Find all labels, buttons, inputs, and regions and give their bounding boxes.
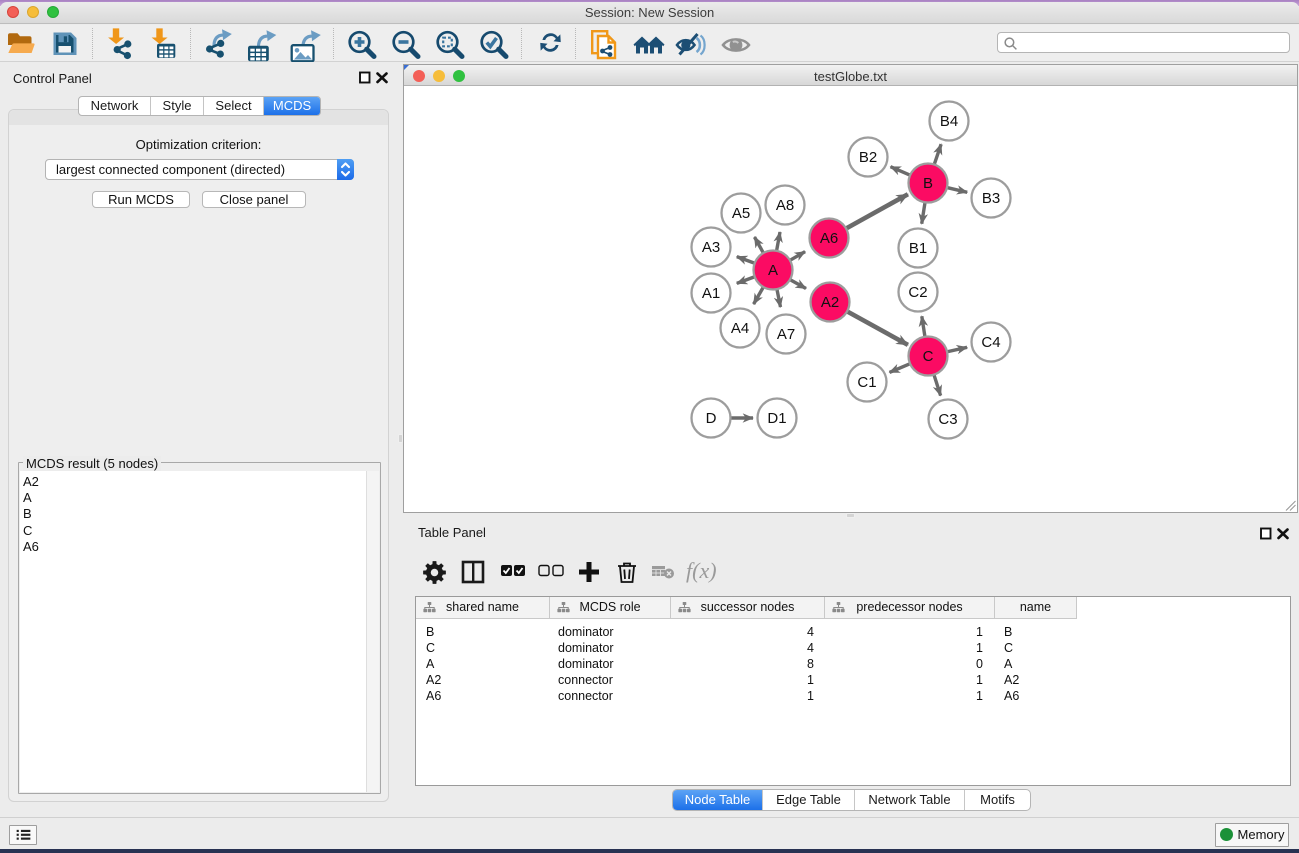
svg-text:B: B — [923, 175, 933, 192]
svg-text:A: A — [768, 262, 778, 279]
svg-text:C4: C4 — [981, 334, 1000, 351]
svg-text:B2: B2 — [859, 149, 877, 166]
svg-text:C3: C3 — [938, 411, 957, 428]
svg-text:C2: C2 — [908, 284, 927, 301]
svg-text:C: C — [923, 348, 934, 365]
svg-text:A4: A4 — [731, 320, 749, 337]
svg-text:B3: B3 — [982, 190, 1000, 207]
svg-text:C1: C1 — [857, 374, 876, 391]
svg-text:B1: B1 — [909, 240, 927, 257]
svg-text:A3: A3 — [702, 239, 720, 256]
svg-text:A8: A8 — [776, 197, 794, 214]
svg-text:A5: A5 — [732, 205, 750, 222]
svg-text:A6: A6 — [820, 230, 838, 247]
svg-text:D: D — [706, 410, 717, 427]
svg-text:D1: D1 — [767, 410, 786, 427]
svg-text:A7: A7 — [777, 326, 795, 343]
svg-text:B4: B4 — [940, 113, 958, 130]
svg-text:A2: A2 — [821, 294, 839, 311]
svg-text:A1: A1 — [702, 285, 720, 302]
